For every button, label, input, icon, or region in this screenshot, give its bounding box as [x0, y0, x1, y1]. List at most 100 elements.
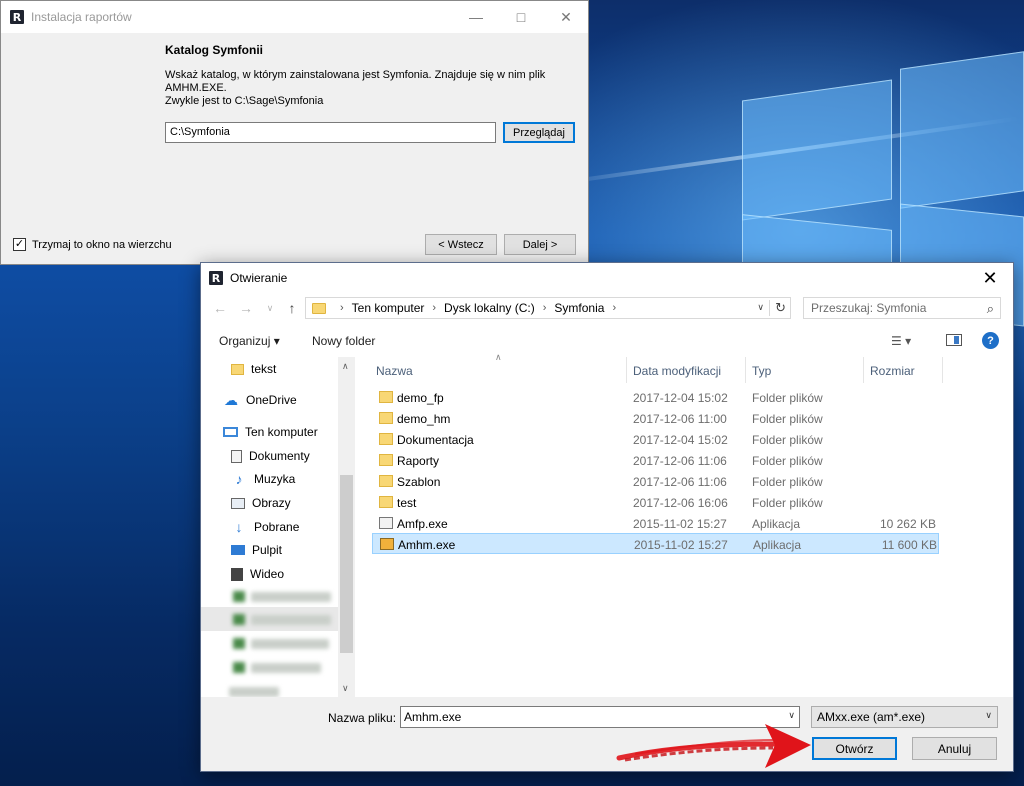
navigation-bar: ← → ∨ ↑ › Ten komputer › Dysk lokalny (C…: [201, 293, 1013, 325]
chevron-down-icon[interactable]: ∨: [757, 302, 764, 313]
installer-heading: Katalog Symfonii: [165, 43, 264, 57]
scroll-down-icon[interactable]: ∨: [342, 683, 349, 694]
refresh-icon[interactable]: ↻: [769, 300, 786, 316]
file-row[interactable]: Amfp.exe 2015-11-02 15:27 Aplikacja 10 2…: [372, 513, 939, 534]
file-name: demo_hm: [397, 412, 451, 426]
nav-item-computer[interactable]: Ten komputer: [223, 421, 355, 443]
nav-item-onedrive[interactable]: ☁ OneDrive: [223, 389, 355, 411]
close-icon[interactable]: ✕: [967, 263, 1013, 293]
onedrive-icon: ☁: [224, 391, 238, 408]
installer-window: R Instalacja raportów — □ ✕ Katalog Symf…: [0, 0, 589, 265]
folder-icon: [379, 454, 393, 466]
file-name: test: [397, 496, 417, 510]
chevron-right-icon[interactable]: ›: [432, 302, 436, 314]
folder-icon: [379, 391, 393, 403]
column-divider[interactable]: [942, 357, 943, 383]
column-header-type[interactable]: Typ: [752, 364, 771, 378]
file-date: 2015-11-02 15:27: [634, 538, 728, 552]
file-date: 2017-12-06 16:06: [633, 496, 728, 510]
file-date: 2017-12-06 11:06: [633, 475, 727, 489]
organize-menu[interactable]: Organizuj ▾: [219, 334, 280, 348]
column-header-size[interactable]: Rozmiar: [870, 364, 915, 378]
search-icon[interactable]: ⌕: [987, 301, 994, 317]
scrollbar-thumb[interactable]: [340, 475, 353, 653]
minimize-icon[interactable]: —: [453, 1, 499, 33]
browse-button[interactable]: Przeglądaj: [503, 122, 575, 143]
filename-value: Amhm.exe: [404, 710, 462, 724]
file-type: Folder plików: [752, 454, 823, 468]
back-arrow-icon[interactable]: ←: [211, 299, 229, 317]
recent-locations-icon[interactable]: ∨: [261, 299, 279, 317]
maximize-icon[interactable]: □: [498, 1, 544, 33]
file-date: 2017-12-06 11:06: [633, 454, 727, 468]
filter-value: AMxx.exe (am*.exe): [817, 710, 926, 724]
chevron-right-icon[interactable]: ›: [340, 302, 344, 314]
next-button[interactable]: Dalej >: [504, 234, 576, 255]
column-header-date[interactable]: Data modyfikacji: [633, 364, 721, 378]
address-bar[interactable]: › Ten komputer › Dysk lokalny (C:) › Sym…: [305, 297, 791, 319]
checkbox-checked-icon[interactable]: ✓: [13, 238, 26, 251]
breadcrumb-item[interactable]: Dysk lokalny (C:): [444, 301, 535, 315]
navigation-scrollbar[interactable]: ∧ ∨: [338, 357, 355, 697]
nav-item-label: tekst: [251, 362, 277, 376]
install-path-input[interactable]: C:\Symfonia: [165, 122, 496, 143]
description-line: Wskaż katalog, w którym zainstalowana je…: [165, 69, 546, 81]
column-divider[interactable]: [626, 357, 627, 383]
open-button[interactable]: Otwórz: [812, 737, 897, 760]
command-toolbar: Organizuj ▾ Nowy folder ☰ ▾ ?: [201, 327, 1013, 357]
column-divider[interactable]: [745, 357, 746, 383]
installer-description: Wskaż katalog, w którym zainstalowana je…: [165, 69, 545, 108]
file-type: Aplikacja: [752, 517, 801, 531]
file-row[interactable]: Raporty 2017-12-06 11:06 Folder plików: [372, 450, 939, 471]
file-type-filter[interactable]: AMxx.exe (am*.exe) ∨: [811, 706, 998, 728]
nav-item-video[interactable]: Wideo: [231, 563, 355, 585]
search-input[interactable]: Przeszukaj: Symfonia ⌕: [803, 297, 1001, 319]
dialog-titlebar[interactable]: R Otwieranie ✕: [201, 263, 1013, 293]
nav-item-tekst[interactable]: tekst: [231, 358, 355, 380]
file-row[interactable]: demo_fp 2017-12-04 15:02 Folder plików: [372, 387, 939, 408]
annotation-arrow-icon: [616, 724, 811, 768]
file-date: 2017-12-04 15:02: [633, 433, 728, 447]
nav-item-label: Obrazy: [252, 496, 291, 510]
nav-item-desktop[interactable]: Pulpit: [231, 539, 355, 561]
chevron-right-icon[interactable]: ›: [543, 302, 547, 314]
column-divider[interactable]: [863, 357, 864, 383]
cancel-button[interactable]: Anuluj: [912, 737, 997, 760]
nav-item-downloads[interactable]: ↓ Pobrane: [231, 516, 355, 538]
up-arrow-icon[interactable]: ↑: [283, 299, 301, 317]
installer-titlebar[interactable]: R Instalacja raportów — □ ✕: [1, 1, 588, 33]
file-row[interactable]: Dokumentacja 2017-12-04 15:02 Folder pli…: [372, 429, 939, 450]
new-folder-button[interactable]: Nowy folder: [312, 334, 375, 348]
file-list: ∧ Nazwa Data modyfikacji Typ Rozmiar dem…: [356, 352, 1013, 697]
application-icon: [379, 517, 393, 529]
drive-icon: [233, 638, 245, 649]
scroll-up-icon[interactable]: ∧: [342, 361, 349, 372]
view-options-icon[interactable]: ☰ ▾: [891, 334, 911, 348]
breadcrumb-item[interactable]: Symfonia: [554, 301, 604, 315]
folder-icon: [312, 302, 326, 314]
file-row[interactable]: test 2017-12-06 16:06 Folder plików: [372, 492, 939, 513]
keep-on-top-checkbox[interactable]: ✓ Trzymaj to okno na wierzchu: [13, 238, 172, 251]
close-icon[interactable]: ✕: [543, 1, 589, 33]
column-header-name[interactable]: Nazwa: [376, 364, 413, 378]
help-icon[interactable]: ?: [982, 332, 999, 349]
forward-arrow-icon[interactable]: →: [237, 299, 255, 317]
breadcrumb-item[interactable]: Ten komputer: [352, 301, 425, 315]
chevron-right-icon[interactable]: ›: [612, 302, 616, 314]
nav-item-pictures[interactable]: Obrazy: [231, 492, 355, 514]
nav-item-music[interactable]: ♪ Muzyka: [231, 468, 355, 490]
nav-item-documents[interactable]: Dokumenty: [231, 445, 355, 467]
back-button[interactable]: < Wstecz: [425, 234, 497, 255]
installer-title: Instalacja raportów: [31, 10, 132, 24]
file-type: Folder plików: [752, 412, 823, 426]
file-row[interactable]: Szablon 2017-12-06 11:06 Folder plików: [372, 471, 939, 492]
drive-icon: [233, 662, 245, 673]
wallpaper-window-pane: [742, 79, 892, 221]
chevron-down-icon[interactable]: ∨: [985, 710, 992, 721]
preview-pane-icon[interactable]: [946, 334, 962, 346]
nav-item-label: Dokumenty: [249, 449, 310, 463]
computer-icon: [223, 427, 238, 437]
file-row-selected[interactable]: Amhm.exe 2015-11-02 15:27 Aplikacja 11 6…: [372, 533, 939, 554]
redacted-label: [229, 687, 279, 697]
file-row[interactable]: demo_hm 2017-12-06 11:00 Folder plików: [372, 408, 939, 429]
